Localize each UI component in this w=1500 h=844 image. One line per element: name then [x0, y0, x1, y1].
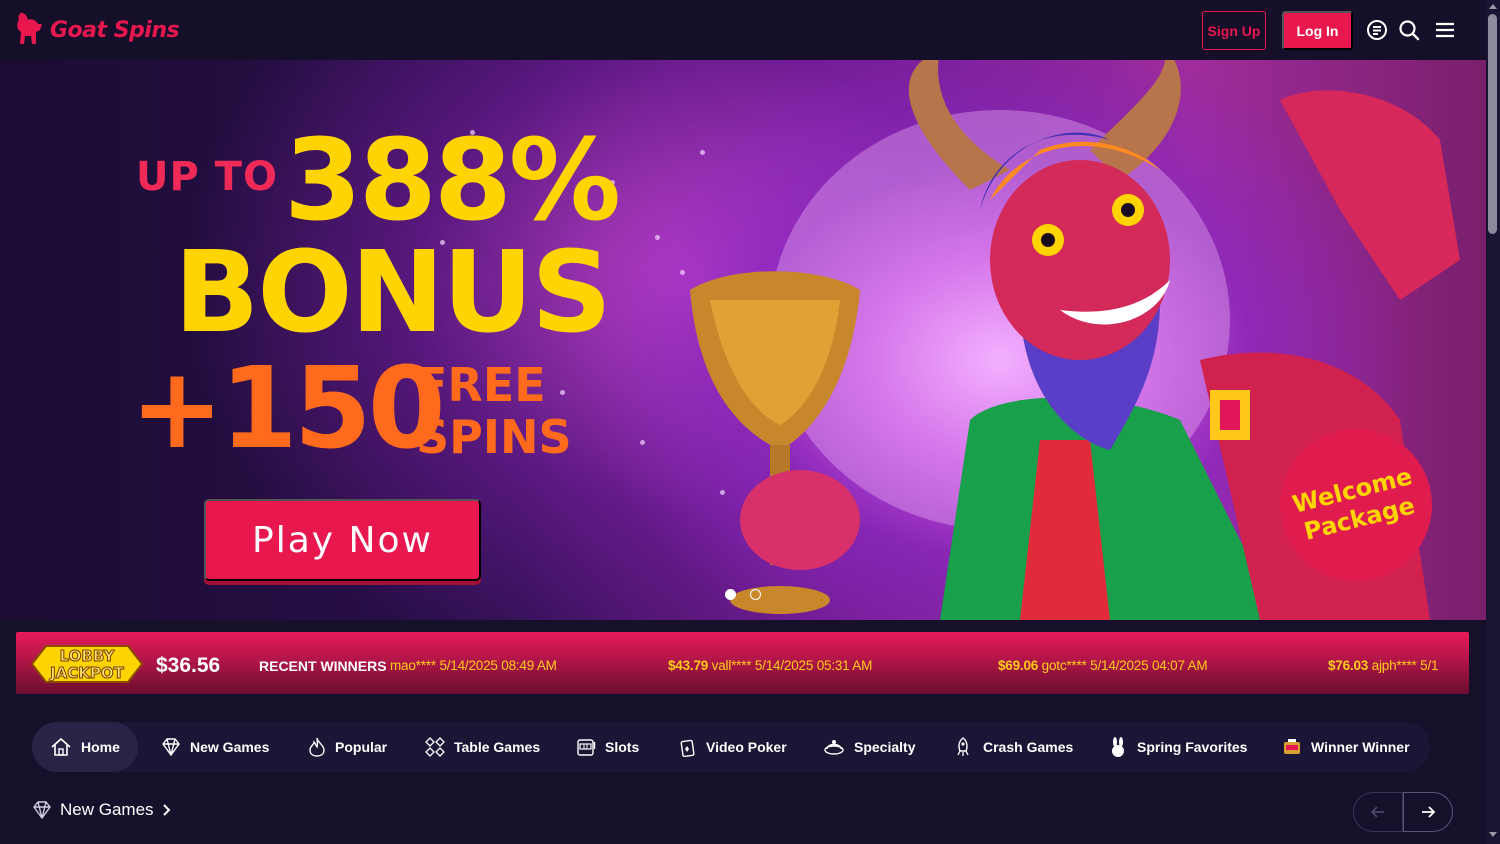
flame-icon: [309, 737, 325, 757]
winners-track: mao**** 5/14/2025 08:49 AM $43.79 vall**…: [390, 632, 1469, 694]
winner-entry: $76.03 ajph**** 5/1: [1328, 658, 1439, 673]
arrow-right-icon: [1422, 806, 1436, 818]
specialty-icon: [824, 740, 844, 755]
category-label: Spring Favorites: [1137, 739, 1248, 755]
site-header: Goat Spins Sign Up Log In: [0, 0, 1486, 60]
site-logo[interactable]: Goat Spins: [14, 10, 180, 50]
menu-icon[interactable]: [1433, 18, 1457, 42]
category-winner-winner[interactable]: Winner Winner: [1282, 722, 1410, 772]
scroll-thumb[interactable]: [1488, 14, 1497, 234]
winner-entry: $69.06 gotc**** 5/14/2025 04:07 AM: [998, 658, 1208, 673]
jackpot-amount: $36.56: [156, 654, 221, 677]
section-title: New Games: [60, 800, 154, 819]
poker-icon: [680, 739, 695, 757]
carousel-next-button[interactable]: [1403, 792, 1453, 832]
diamond-icon: [33, 801, 51, 819]
category-nav: Home New Games Popular Table Games Slots…: [32, 722, 1430, 772]
category-label: Slots: [605, 739, 640, 755]
sign-up-button[interactable]: Sign Up: [1202, 11, 1266, 50]
category-spring-favorites[interactable]: Spring Favorites: [1108, 722, 1247, 772]
recent-winners-label: RECENT WINNERS: [259, 658, 387, 674]
carousel-dot-2[interactable]: [750, 589, 761, 600]
new-games-section-link[interactable]: New Games: [32, 800, 172, 820]
goat-logo-icon: [17, 12, 42, 44]
category-label: Crash Games: [983, 739, 1074, 755]
category-label: Popular: [335, 739, 388, 755]
category-label: Specialty: [854, 739, 916, 755]
jackpot-logo-line-1: LOBBY: [60, 647, 116, 665]
category-label: Table Games: [454, 739, 541, 755]
bunny-icon: [1112, 737, 1124, 757]
hero-plus-spins: +150: [130, 344, 446, 474]
category-label: Video Poker: [706, 739, 787, 755]
hero-spins: SPINS: [416, 410, 572, 464]
category-new-games[interactable]: New Games: [161, 722, 269, 772]
category-slots[interactable]: Slots: [576, 722, 639, 772]
rocket-icon: [957, 737, 969, 756]
winners-ticker: LOBBY JACKPOT $36.56 RECENT WINNERS mao*…: [16, 632, 1469, 694]
search-icon[interactable]: [1397, 18, 1421, 42]
jackpot-logo-line-2: JACKPOT: [49, 664, 125, 682]
chevron-right-icon: [162, 804, 170, 816]
category-popular[interactable]: Popular: [308, 722, 387, 772]
category-label: New Games: [190, 739, 270, 755]
arrow-left-icon: [1370, 806, 1384, 818]
hero-banner[interactable]: UP TO 388% BONUS +150 FREE SPINS Play No…: [0, 60, 1486, 620]
hero-free: FREE: [416, 358, 546, 412]
hero-percent: 388%: [284, 116, 621, 246]
carousel-prev-button[interactable]: [1353, 792, 1403, 832]
lobby-jackpot-logo: LOBBY JACKPOT: [30, 645, 144, 683]
winner-entry: $43.79 vall**** 5/14/2025 05:31 AM: [668, 658, 873, 673]
hero-bonus: BONUS: [174, 228, 612, 358]
category-home[interactable]: Home: [32, 722, 138, 772]
category-label: Winner Winner: [1311, 739, 1410, 755]
diamond-icon: [162, 738, 180, 756]
winner-icon: [1284, 739, 1300, 754]
winner-entry: mao**** 5/14/2025 08:49 AM: [390, 658, 557, 673]
play-now-button[interactable]: Play Now: [204, 499, 481, 581]
slot-machine-icon: [577, 739, 596, 756]
cards-icon: [425, 737, 445, 757]
category-video-poker[interactable]: Video Poker: [679, 722, 787, 772]
category-specialty[interactable]: Specialty: [823, 722, 915, 772]
scroll-up-arrow-icon[interactable]: [1489, 4, 1497, 9]
hero-up-to: UP TO: [136, 154, 279, 200]
home-icon: [51, 737, 71, 756]
chat-icon[interactable]: [1365, 18, 1389, 42]
carousel-dot-1[interactable]: [725, 589, 736, 600]
log-in-button[interactable]: Log In: [1282, 11, 1353, 50]
brand-name: Goat Spins: [50, 17, 180, 43]
category-label: Home: [81, 739, 120, 755]
page-scrollbar[interactable]: [1486, 0, 1500, 844]
category-crash-games[interactable]: Crash Games: [952, 722, 1073, 772]
category-table-games[interactable]: Table Games: [425, 722, 540, 772]
scroll-down-arrow-icon[interactable]: [1489, 832, 1497, 837]
